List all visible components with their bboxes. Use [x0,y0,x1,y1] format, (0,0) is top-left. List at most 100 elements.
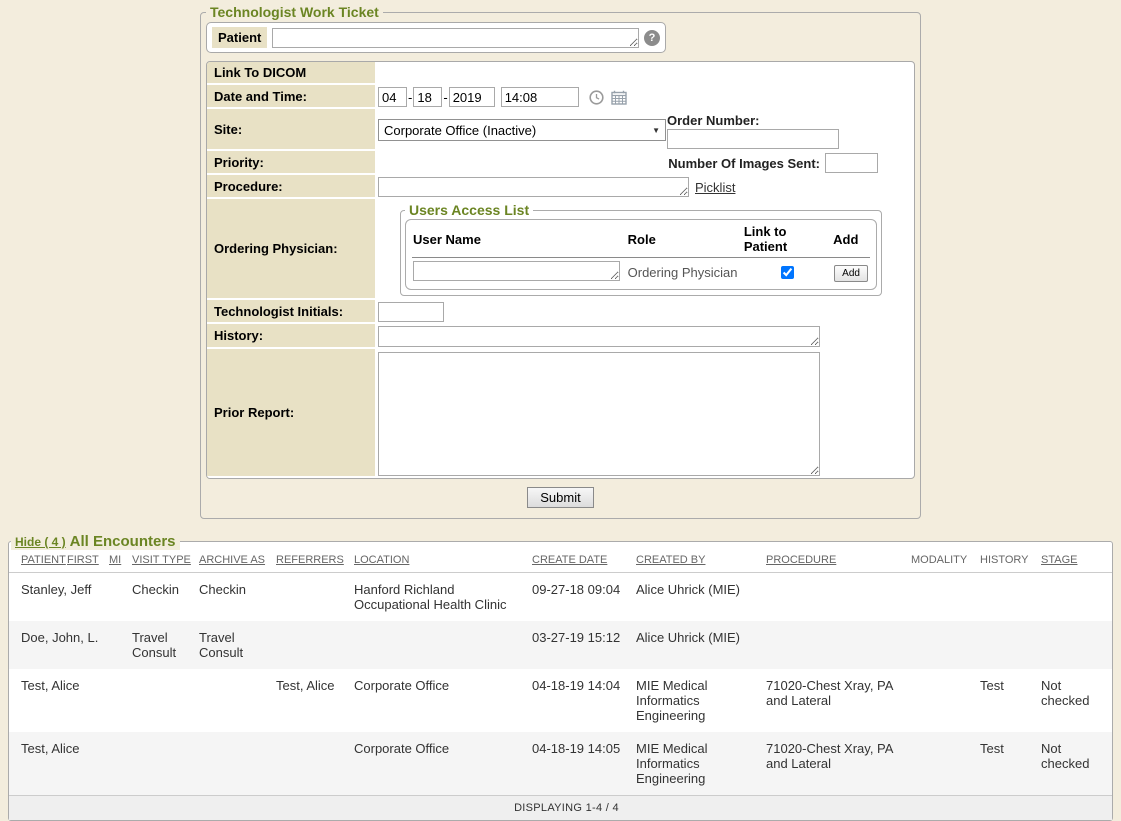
order-number-group: Order Number: [667,111,839,149]
cell-patient: Test, Alice [9,732,67,796]
column-header-referrers[interactable]: REFERRERS [276,550,354,573]
encounter-row[interactable]: Test, Alice Test, Alice Corporate Office… [9,669,1112,732]
history-label: History: [207,324,375,349]
site-selected-option: Corporate Office (Inactive) [384,123,648,138]
cell-stage: Not checked [1041,669,1112,732]
technologist-initials-content [375,300,914,324]
picklist-link[interactable]: Picklist [695,180,735,195]
all-encounters-title: All Encounters [70,533,176,550]
date-time-label: Date and Time: [207,85,375,109]
cell-modality [911,621,980,669]
cell-patient: Test, Alice [9,669,67,732]
order-number-input[interactable] [667,129,839,149]
cell-patient: Stanley, Jeff [9,573,67,622]
link-to-dicom-row: Link To DICOM [207,62,914,85]
cell-procedure [766,621,911,669]
cell-stage: Not checked [1041,732,1112,796]
column-header-created-by[interactable]: CREATED BY [636,550,766,573]
images-sent-label: Number Of Images Sent: [668,156,820,171]
priority-row: Priority: Number Of Images Sent: [207,151,914,175]
ual-header-add: Add [832,223,870,258]
cell-create-date: 03-27-19 15:12 [532,621,636,669]
add-user-button[interactable]: Add [834,265,868,282]
procedure-label: Procedure: [207,175,375,199]
history-input[interactable] [378,326,820,347]
cell-procedure: 71020-Chest Xray, PA and Lateral [766,732,911,796]
ual-row: Ordering Physician Add [412,258,870,285]
column-header-archive-as[interactable]: ARCHIVE AS [199,550,276,573]
all-encounters-legend: Hide ( 4 ) All Encounters [11,533,180,550]
cell-stage [1041,573,1112,622]
date-time-row: Date and Time: - - [207,85,914,109]
cell-location [354,621,532,669]
cell-create-date: 04-18-19 14:04 [532,669,636,732]
cell-referrers: Test, Alice [276,669,354,732]
cell-modality [911,669,980,732]
column-header-visit-type[interactable]: VISIT TYPE [132,550,199,573]
link-to-dicom-content [375,62,914,85]
date-separator: - [443,90,447,105]
date-day-input[interactable] [413,87,442,107]
column-header-create-date[interactable]: CREATE DATE [532,550,636,573]
procedure-content: Picklist [375,175,914,199]
cell-patient: Doe, John, L. [9,621,67,669]
calendar-icon[interactable] [611,90,627,105]
technologist-initials-input[interactable] [378,302,444,322]
hide-link[interactable]: Hide ( 4 ) [15,535,66,549]
encounter-row[interactable]: Test, Alice Corporate Office 04-18-19 14… [9,732,1112,796]
site-select[interactable]: Corporate Office (Inactive) ▼ [378,119,666,141]
ordering-physician-row: Ordering Physician: Users Access List Us… [207,199,914,300]
ordering-physician-content: Users Access List User Name Role Link to… [375,199,914,300]
prior-report-row: Prior Report: [207,349,914,478]
help-icon[interactable]: ? [644,30,660,46]
encounters-header-row: PATIENT FIRST MI VISIT TYPE ARCHIVE AS R… [9,550,1112,573]
cell-mi [109,732,132,796]
ual-header-user-name: User Name [412,223,627,258]
column-header-first[interactable]: FIRST [67,550,109,573]
patient-field-group: Patient ? [206,22,666,53]
ual-header-role: Role [627,223,743,258]
cell-mi [109,621,132,669]
prior-report-input[interactable] [378,352,820,476]
history-content [375,324,914,349]
cell-referrers [276,732,354,796]
submit-button[interactable]: Submit [527,487,593,508]
date-month-input[interactable] [378,87,407,107]
clock-icon[interactable] [589,90,604,105]
cell-referrers [276,573,354,622]
link-to-dicom-label: Link To DICOM [207,62,375,85]
priority-label: Priority: [207,151,375,175]
users-access-list-legend: Users Access List [405,202,533,218]
column-header-location[interactable]: LOCATION [354,550,532,573]
cell-archive-as: Travel Consult [199,621,276,669]
cell-history: Test [980,732,1041,796]
patient-input[interactable] [272,28,639,48]
all-encounters-panel: Hide ( 4 ) All Encounters PATIENT FIRST M… [8,533,1113,821]
cell-created-by: MIE Medical Informatics Engineering [636,732,766,796]
images-sent-input[interactable] [825,153,878,173]
encounter-row[interactable]: Stanley, Jeff Checkin Checkin Hanford Ri… [9,573,1112,622]
chevron-down-icon: ▼ [652,126,660,135]
cell-history [980,573,1041,622]
cell-visit-type: Checkin [132,573,199,622]
cell-procedure [766,573,911,622]
date-year-input[interactable] [449,87,495,107]
column-header-patient[interactable]: PATIENT [9,550,67,573]
column-header-procedure[interactable]: PROCEDURE [766,550,911,573]
site-row: Site: Corporate Office (Inactive) ▼ Orde… [207,109,914,151]
procedure-input[interactable] [378,177,689,197]
cell-visit-type [132,669,199,732]
images-sent-group: Number Of Images Sent: [668,153,878,173]
link-to-patient-checkbox[interactable] [781,266,794,279]
prior-report-label: Prior Report: [207,349,375,478]
cell-created-by: MIE Medical Informatics Engineering [636,669,766,732]
time-input[interactable] [501,87,579,107]
displaying-count: DISPLAYING 1-4 / 4 [9,796,1112,821]
users-access-list: Users Access List User Name Role Link to… [400,202,882,296]
cell-first [67,621,109,669]
encounter-row[interactable]: Doe, John, L. Travel Consult Travel Cons… [9,621,1112,669]
column-header-stage[interactable]: STAGE [1041,550,1112,573]
column-header-mi[interactable]: MI [109,550,132,573]
user-name-input[interactable] [413,261,620,281]
cell-history: Test [980,669,1041,732]
